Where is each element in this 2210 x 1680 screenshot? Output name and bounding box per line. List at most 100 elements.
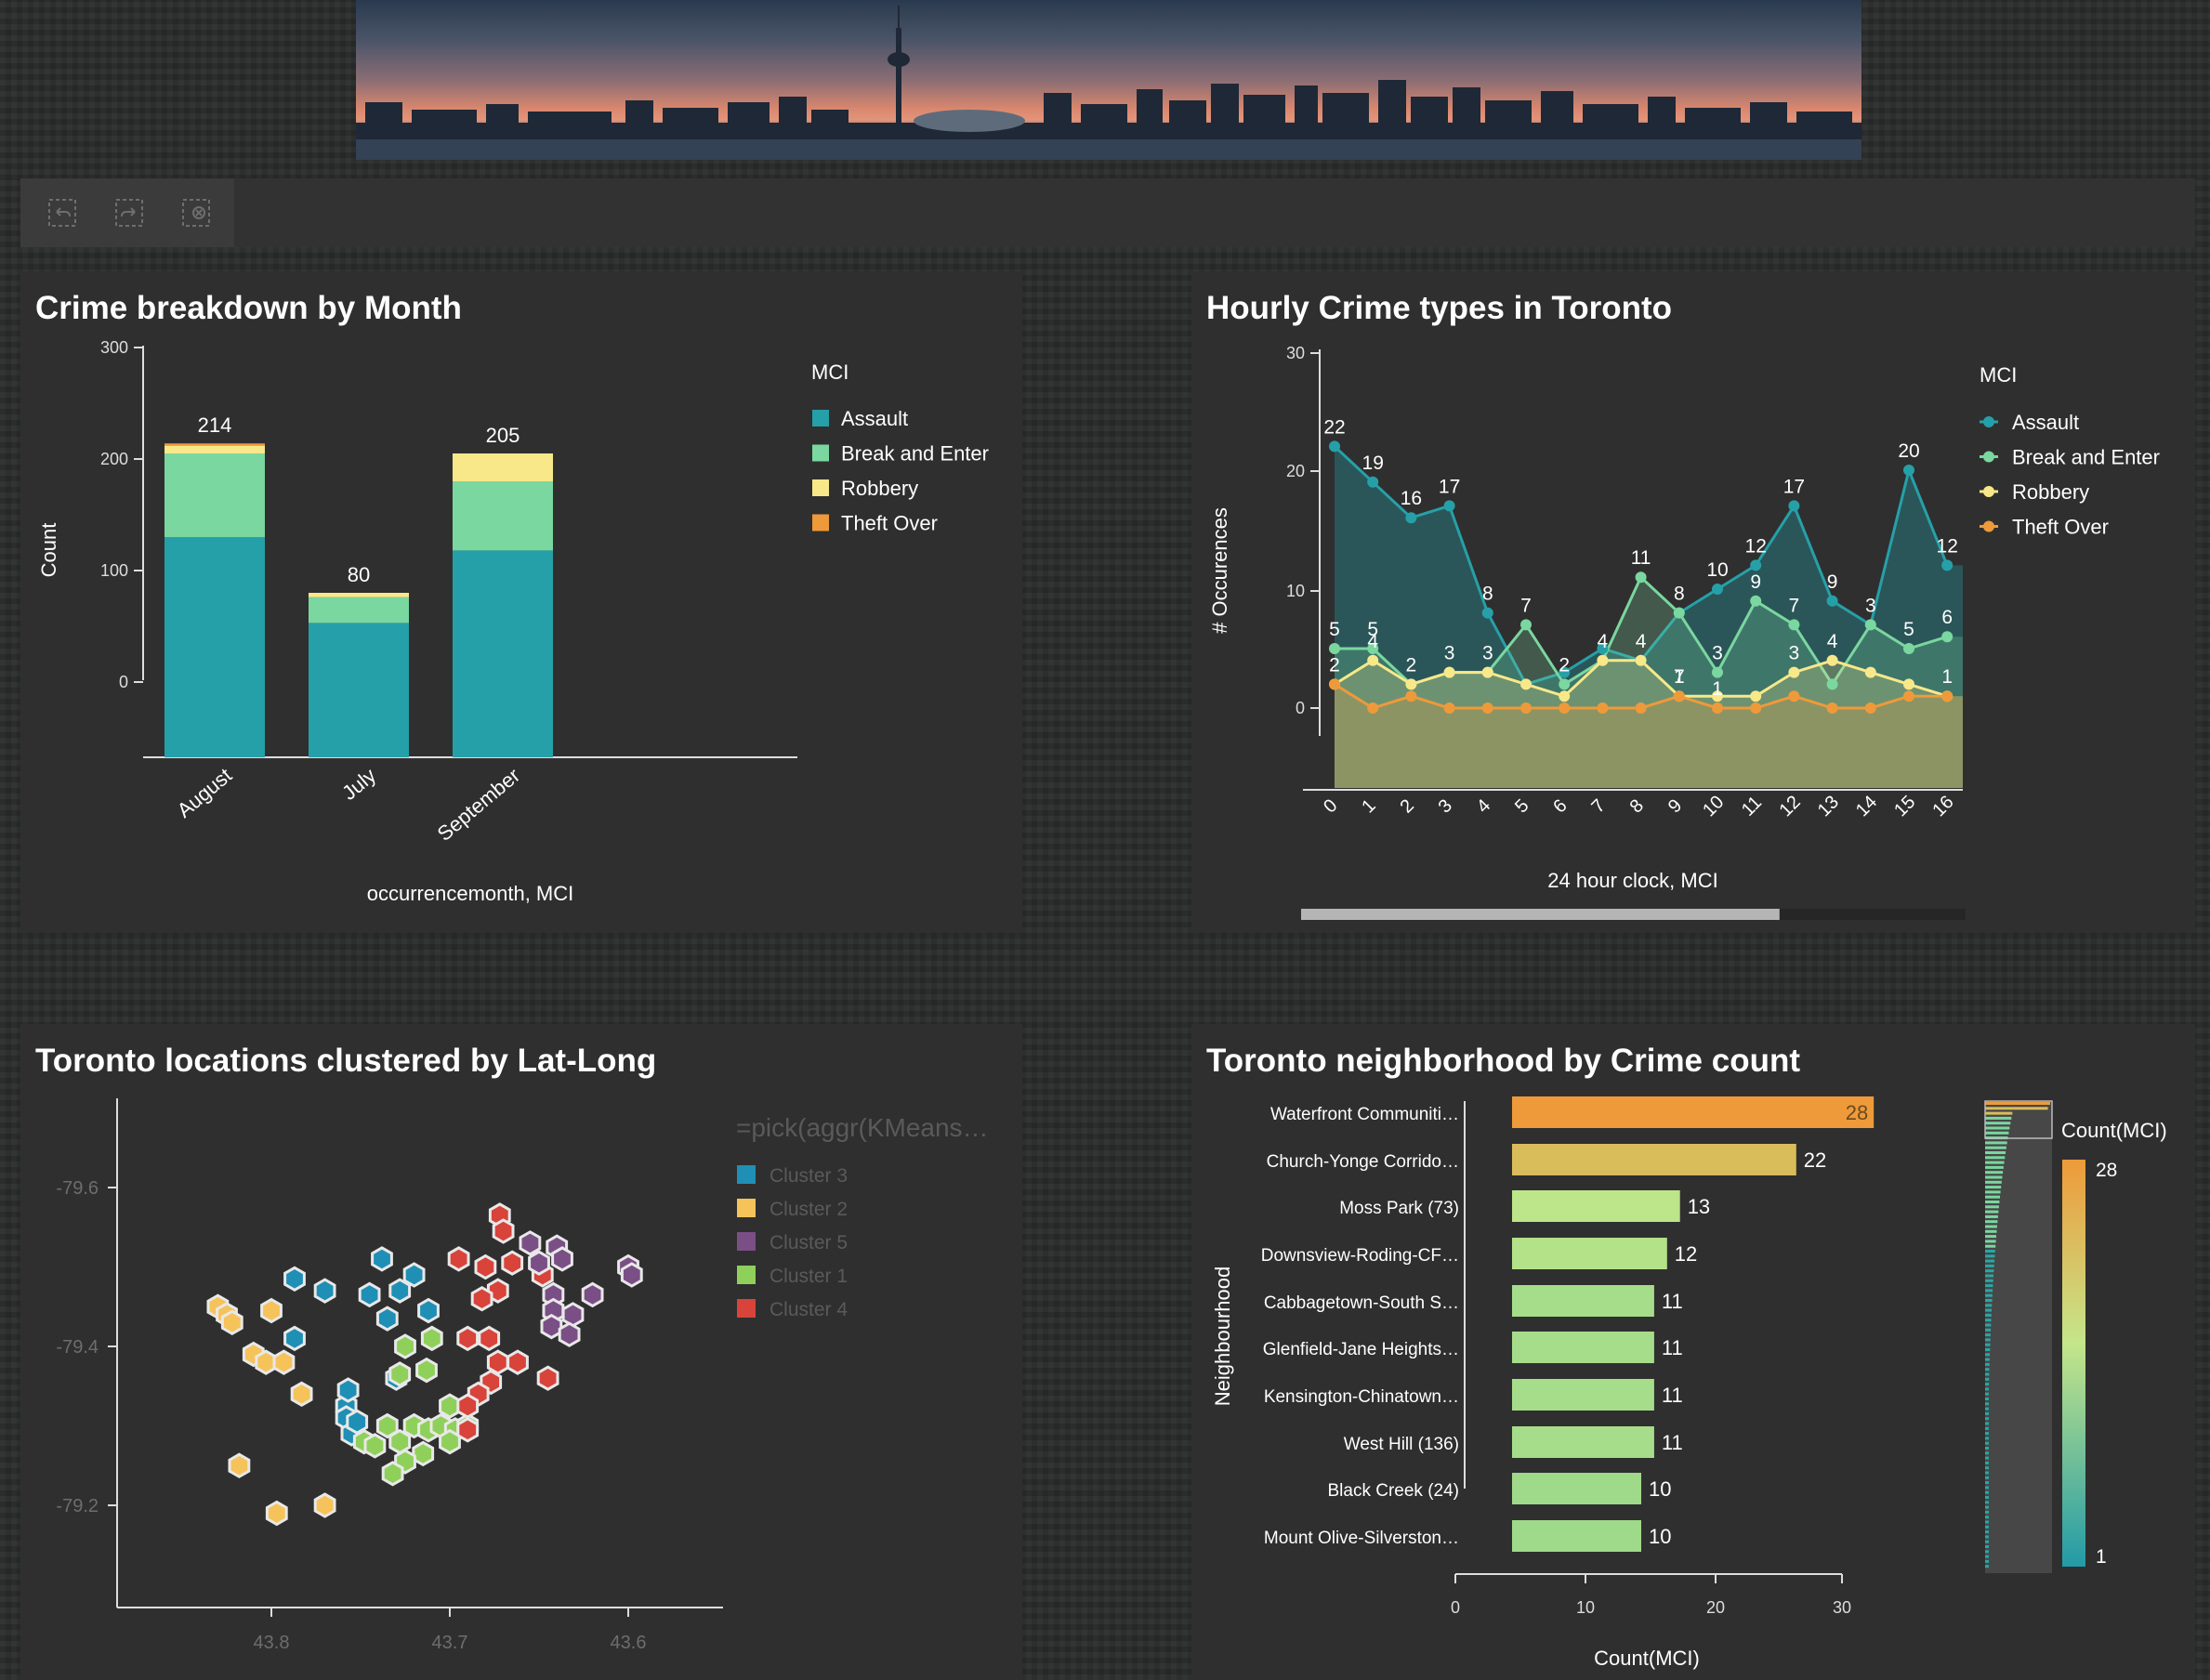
hourly-chart[interactable]: 0102030# Occurences24 hour clock, MCI0 1 2… <box>1191 271 2195 933</box>
cluster-legend-swatch[interactable] <box>737 1165 756 1184</box>
nb-bar[interactable] <box>1512 1332 1654 1363</box>
hourly-legend-label[interactable]: Robbery <box>2012 480 2089 504</box>
nb-bar[interactable] <box>1512 1096 1875 1128</box>
hourly-point[interactable] <box>1405 690 1417 702</box>
month-bar-segment[interactable] <box>309 597 409 623</box>
month-bar-segment[interactable] <box>164 443 265 446</box>
cluster-point[interactable] <box>501 1250 524 1276</box>
cluster-point[interactable] <box>540 1313 563 1340</box>
cluster-point[interactable] <box>561 1302 585 1328</box>
month-bar-segment[interactable] <box>453 550 553 757</box>
cluster-legend-label[interactable]: Cluster 1 <box>770 1266 848 1287</box>
hourly-point[interactable] <box>1712 584 1723 595</box>
hourly-point[interactable] <box>1750 690 1762 702</box>
cluster-point[interactable] <box>492 1218 515 1244</box>
hourly-point[interactable] <box>1673 607 1685 619</box>
month-legend-swatch[interactable] <box>812 514 829 532</box>
month-legend-label[interactable]: Break and Enter <box>841 442 989 466</box>
cluster-point[interactable] <box>474 1253 497 1280</box>
nb-bar[interactable] <box>1512 1520 1641 1552</box>
nb-bar[interactable] <box>1512 1379 1654 1411</box>
hourly-point[interactable] <box>1941 690 1953 702</box>
hourly-point[interactable] <box>1520 619 1532 631</box>
hourly-point[interactable] <box>1329 440 1340 453</box>
hourly-point[interactable] <box>1788 666 1800 678</box>
cluster-point[interactable] <box>313 1278 336 1304</box>
undo-selection-icon[interactable] <box>46 197 78 229</box>
cluster-point[interactable] <box>220 1309 243 1336</box>
month-bar-segment[interactable] <box>309 593 409 597</box>
cluster-point[interactable] <box>358 1281 381 1308</box>
cluster-point[interactable] <box>313 1492 336 1518</box>
hourly-point[interactable] <box>1788 619 1800 631</box>
hourly-point[interactable] <box>1559 690 1571 702</box>
cluster-point[interactable] <box>439 1428 461 1455</box>
hourly-point[interactable] <box>1481 607 1493 619</box>
nb-bar[interactable] <box>1512 1426 1654 1458</box>
cluster-point[interactable] <box>388 1361 412 1387</box>
hourly-point[interactable] <box>1481 666 1493 678</box>
cluster-legend-swatch[interactable] <box>737 1199 756 1217</box>
hourly-point[interactable] <box>1635 702 1647 714</box>
cluster-point[interactable] <box>456 1393 480 1419</box>
hourly-point[interactable] <box>1597 702 1609 714</box>
nb-legend-gradient[interactable] <box>2062 1160 2085 1567</box>
hourly-point[interactable] <box>1903 678 1914 690</box>
hourly-point[interactable] <box>1443 666 1455 678</box>
hourly-point[interactable] <box>1367 702 1379 714</box>
cluster-legend-swatch[interactable] <box>737 1299 756 1318</box>
cluster-point[interactable] <box>371 1246 393 1272</box>
hourly-point[interactable] <box>1520 678 1532 690</box>
hourly-point[interactable] <box>1329 643 1340 654</box>
month-bar-segment[interactable] <box>164 453 265 537</box>
hourly-point[interactable] <box>1520 702 1532 714</box>
cluster-point[interactable] <box>456 1325 480 1352</box>
month-legend-swatch[interactable] <box>812 444 829 462</box>
cluster-point[interactable] <box>581 1281 604 1308</box>
cluster-point[interactable] <box>528 1250 550 1276</box>
hourly-point[interactable] <box>1750 559 1762 571</box>
hourly-point[interactable] <box>1750 702 1762 714</box>
cluster-point[interactable] <box>255 1349 278 1375</box>
cluster-point[interactable] <box>412 1440 435 1467</box>
month-legend-label[interactable]: Assault <box>841 407 908 430</box>
hourly-scrollbar-thumb[interactable] <box>1301 909 1780 920</box>
hourly-point[interactable] <box>1864 619 1876 631</box>
cluster-point[interactable] <box>336 1377 360 1403</box>
hourly-point[interactable] <box>1329 678 1340 690</box>
hourly-point[interactable] <box>1864 666 1876 678</box>
neighborhood-chart[interactable]: 0 10 20 30 Count(MCI) Neighbourhood 28 Waterfr… <box>1191 1024 2195 1680</box>
hourly-point[interactable] <box>1673 690 1685 702</box>
hourly-point[interactable] <box>1712 666 1723 678</box>
clear-selection-icon[interactable] <box>180 197 212 229</box>
cluster-point[interactable] <box>551 1246 573 1272</box>
redo-selection-icon[interactable] <box>113 197 145 229</box>
cluster-legend-swatch[interactable] <box>737 1232 756 1251</box>
cluster-point[interactable] <box>283 1266 306 1293</box>
hourly-point[interactable] <box>1635 571 1647 584</box>
nb-bar[interactable] <box>1512 1473 1641 1504</box>
month-bar-segment[interactable] <box>453 481 553 551</box>
hourly-point[interactable] <box>1903 465 1914 476</box>
cluster-legend-label[interactable]: Cluster 2 <box>770 1199 848 1220</box>
cluster-point[interactable] <box>470 1285 493 1312</box>
cluster-point[interactable] <box>228 1452 251 1478</box>
cluster-point[interactable] <box>283 1325 306 1352</box>
hourly-point[interactable] <box>1712 702 1723 714</box>
cluster-point[interactable] <box>558 1321 581 1347</box>
month-legend-label[interactable]: Theft Over <box>841 512 938 535</box>
hourly-point[interactable] <box>1559 702 1571 714</box>
nb-bar[interactable] <box>1512 1190 1680 1222</box>
hourly-legend-label[interactable]: Break and Enter <box>2012 446 2160 469</box>
month-legend-label[interactable]: Robbery <box>841 477 918 500</box>
cluster-chart[interactable]: -79.6 -79.4 -79.2 43.8 43.7 43.6 =pick(aggr(K… <box>20 1024 1022 1680</box>
hourly-point[interactable] <box>1826 595 1838 607</box>
cluster-point[interactable] <box>478 1325 501 1352</box>
hourly-point[interactable] <box>1481 702 1493 714</box>
cluster-point[interactable] <box>420 1325 443 1352</box>
hourly-point[interactable] <box>1635 654 1647 666</box>
hourly-point[interactable] <box>1941 559 1953 571</box>
hourly-point[interactable] <box>1443 702 1455 714</box>
hourly-point[interactable] <box>1903 643 1914 654</box>
month-legend-swatch[interactable] <box>812 410 829 427</box>
